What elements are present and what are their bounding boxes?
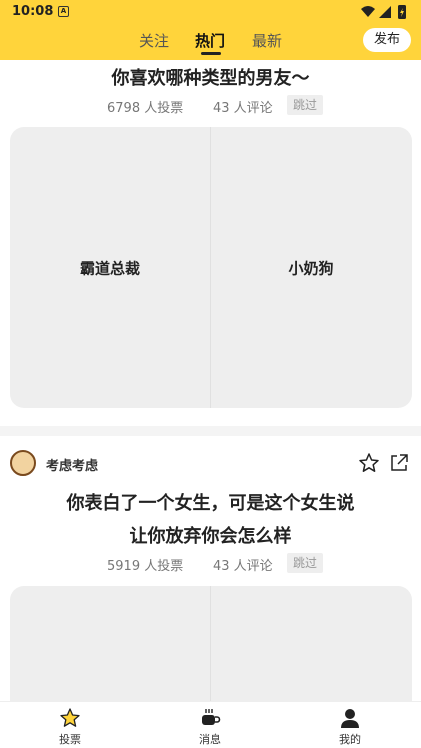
header: 关注 热门 最新 发布 [0,24,421,60]
nav-label: 投票 [59,733,81,746]
nav-profile[interactable]: 我的 [320,702,380,748]
skip-button[interactable]: 跳过 [287,95,324,115]
person-icon [341,709,359,728]
wifi-icon [361,6,375,17]
option-label: 小奶狗 [288,259,334,277]
poll-card: 你喜欢哪种类型的男友～ 6798 人投票 43 人评论 跳过 霸道总裁 小奶狗 [0,60,421,426]
star-icon[interactable] [358,452,380,474]
status-bar: 10:08 A [0,0,421,24]
comment-count[interactable]: 43 人评论 [213,97,273,116]
avatar[interactable] [10,450,36,476]
notification-icon: A [58,6,69,17]
poll-card: 考虑考虑 你表白了一个女生，可是这个女生说 让你放弃你会怎么样 5919 人投票… [0,436,421,748]
active-tab-indicator [201,52,221,55]
share-icon[interactable] [388,452,410,474]
tab-hot[interactable]: 热门 [195,30,225,51]
bottom-nav: 投票 消息 我的 [0,701,421,748]
vote-count: 5919 人投票 [107,559,184,574]
vote-count: 6798 人投票 [107,101,184,116]
publish-button[interactable]: 发布 [363,28,411,52]
status-time: 10:08 [12,4,54,19]
vote-options: 霸道总裁 小奶狗 [10,127,412,408]
poll-question-line: 你表白了一个女生，可是这个女生说 [66,493,355,514]
nav-messages[interactable]: 消息 [180,702,240,748]
top-bar: 10:08 A 关注 热门 最新 发布 [0,0,421,60]
option-right[interactable]: 小奶狗 [211,127,411,408]
star-icon [60,708,80,727]
poll-question-line: 让你放弃你会怎么样 [129,526,292,547]
author-name[interactable]: 考虑考虑 [46,455,98,474]
nav-label: 消息 [199,733,221,746]
comment-count[interactable]: 43 人评论 [213,555,273,574]
app-root: 10:08 A 关注 热门 最新 发布 你喜欢哪种类型的男友～ 6798 人投票… [0,0,421,748]
skip-button[interactable]: 跳过 [287,553,324,573]
system-status-icons [361,5,406,19]
nav-label: 我的 [339,733,361,746]
nav-vote[interactable]: 投票 [40,702,100,748]
cup-icon [202,709,221,725]
poll-question: 你喜欢哪种类型的男友～ [111,68,310,89]
tab-latest[interactable]: 最新 [252,30,282,51]
signal-icon [379,6,391,18]
tab-follow[interactable]: 关注 [139,30,169,51]
option-left[interactable]: 霸道总裁 [10,127,210,408]
option-label: 霸道总裁 [79,259,140,277]
author-row: 考虑考虑 [10,450,410,476]
